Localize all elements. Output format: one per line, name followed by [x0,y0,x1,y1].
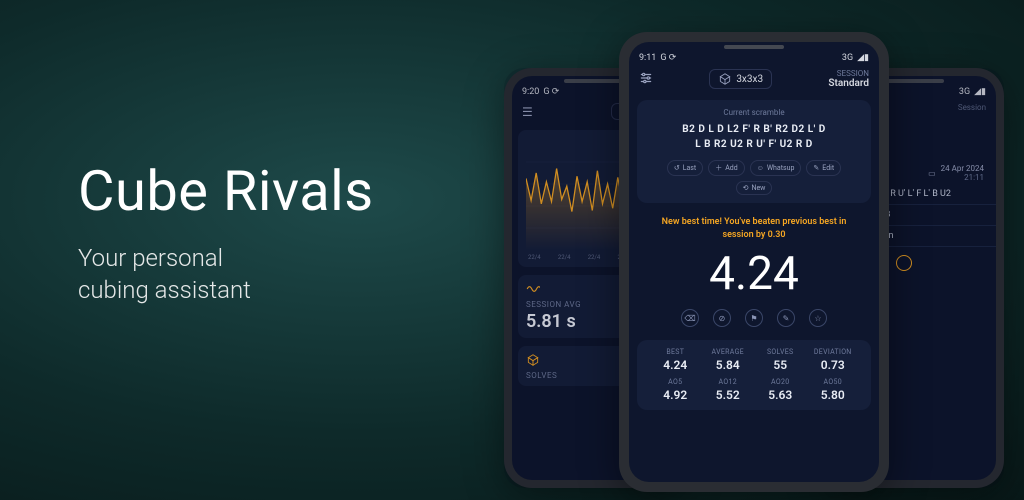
scramble-chip-whatsup[interactable]: ☺ Whatsup [750,160,802,176]
dnf-icon[interactable]: ⊘ [713,309,731,327]
best-time-message: New best time! You've beaten previous be… [645,216,863,241]
phones-showcase: 9:20G ⟳ 3G◢▮ ☰ ⎔ 3x3x3 Solve T [504,32,1004,500]
hero-subtitle: Your personal cubing assistant [78,242,374,307]
scramble-chip-edit[interactable]: ✎ Edit [806,160,841,176]
stats-card: BEST4.24 AVERAGE5.84 SOLVES55 DEVIATION0… [637,340,871,410]
scramble-text: B2 D L D L2 F' R B' R2 D2 L' DL B R2 U2 … [647,122,861,152]
comment-icon[interactable]: ✎ [777,309,795,327]
cube-icon [718,72,732,86]
delete-icon[interactable]: ⌫ [681,309,699,327]
flag-icon[interactable]: ⚑ [745,309,763,327]
cube-type-selector[interactable]: 3x3x3 [709,69,772,89]
phone-center: 9:11G ⟳ 3G◢▮ 3x3x3 SESSIONStandard Curre… [619,32,889,492]
scramble-chip-last[interactable]: ↺ Last [667,160,703,176]
hero-title: Cube Rivals [78,158,374,224]
solve-time[interactable]: 4.24 [629,247,879,301]
session-selector[interactable]: SESSIONStandard [828,69,869,89]
scramble-chip-new[interactable]: ⟲ New [736,181,773,195]
star-icon[interactable]: ☆ [809,309,827,327]
solve-action-row: ⌫ ⊘ ⚑ ✎ ☆ [629,309,879,327]
scramble-chip-add[interactable]: ＋ Add [708,160,744,176]
scramble-card: Current scramble B2 D L D L2 F' R B' R2 … [637,100,871,203]
settings-icon[interactable] [639,71,653,88]
